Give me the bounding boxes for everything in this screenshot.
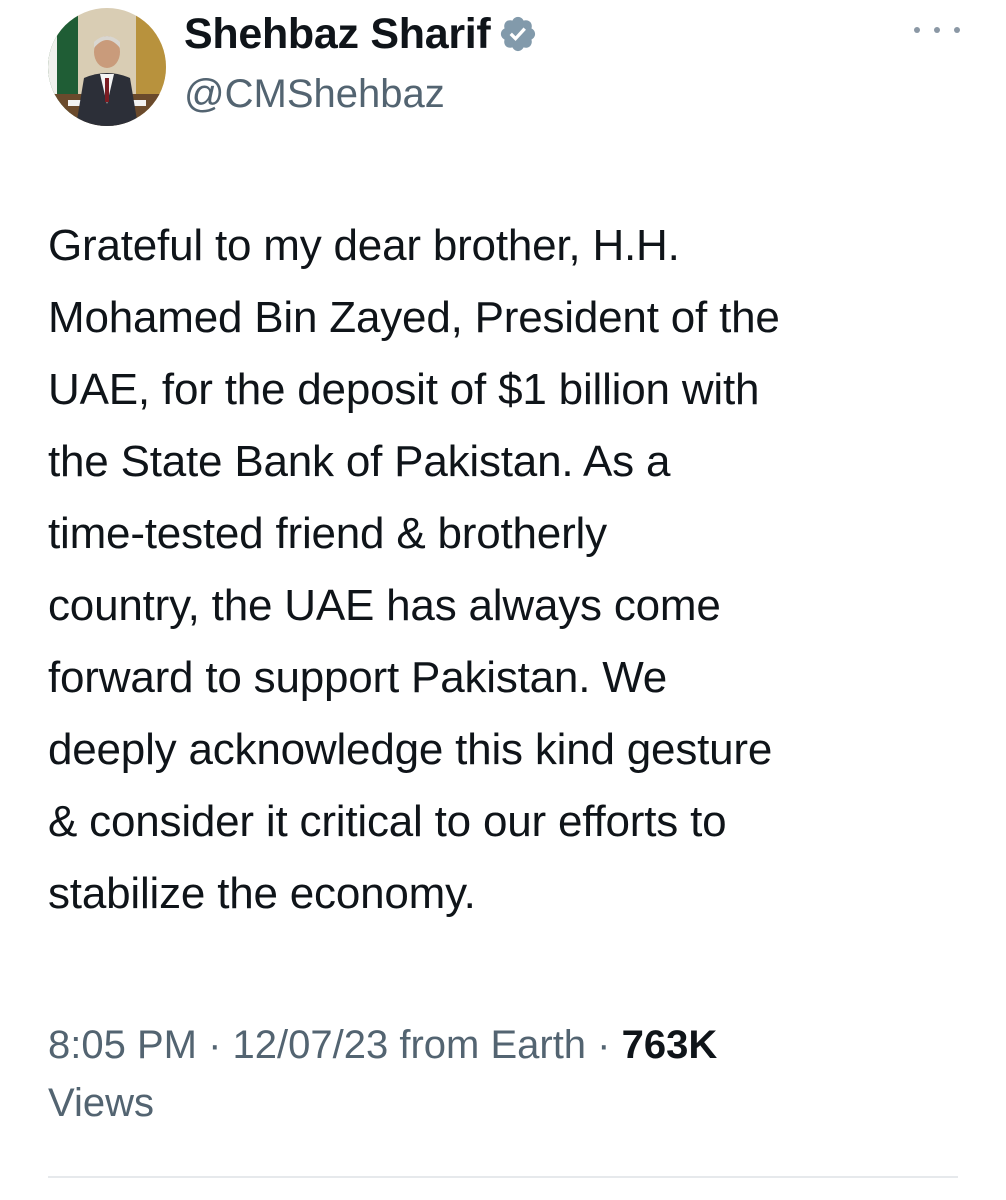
more-dot	[914, 27, 920, 33]
author-display-name[interactable]: Shehbaz Sharif	[184, 10, 491, 59]
verified-badge-icon[interactable]	[498, 14, 538, 54]
tweet-meta: 8:05 PM · 12/07/23 from Earth · 763K Vie…	[48, 1016, 948, 1132]
views-label: Views	[48, 1081, 154, 1125]
avatar[interactable]	[48, 8, 166, 126]
more-dot	[934, 27, 940, 33]
author-name-row: Shehbaz Sharif	[184, 4, 538, 64]
more-options-icon[interactable]	[914, 18, 960, 42]
meta-separator: ·	[586, 1023, 622, 1067]
more-dot	[954, 27, 960, 33]
views-count: 763K	[621, 1023, 718, 1067]
divider	[48, 1176, 958, 1178]
tweet-source: from Earth	[388, 1023, 587, 1067]
meta-separator: ·	[196, 1023, 233, 1067]
author-handle[interactable]: @CMShehbaz	[184, 72, 445, 117]
tweet-date[interactable]: 12/07/23	[233, 1023, 389, 1067]
tweet-time[interactable]: 8:05 PM	[48, 1023, 197, 1067]
tweet-text: Grateful to my dear brother, H.H. Mohame…	[48, 221, 780, 918]
